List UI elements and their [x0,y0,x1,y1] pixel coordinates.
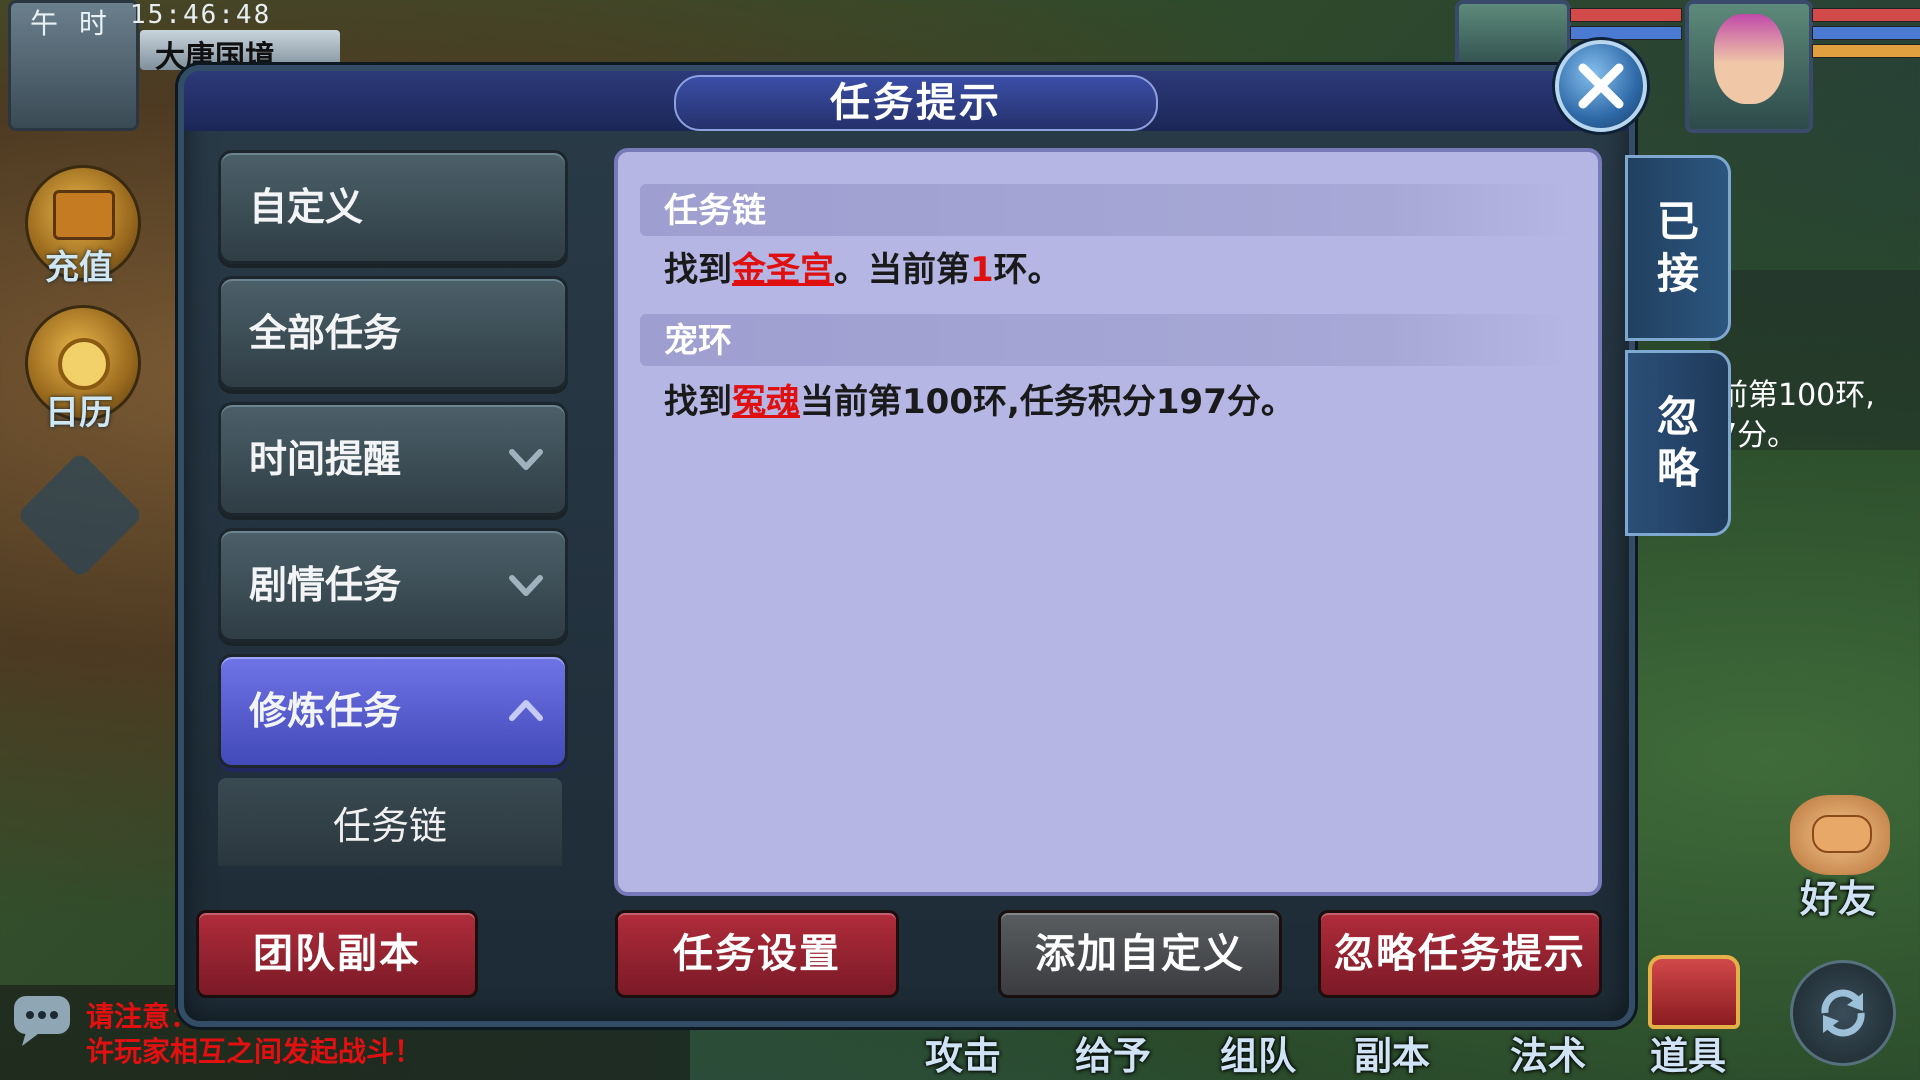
add-custom-button[interactable]: 添加自定义 [998,910,1282,998]
menu-training-tasks-label: 修炼任务 [249,689,402,733]
tab-ignored[interactable]: 忽 略 [1625,350,1731,536]
task-title: 任务链 [664,191,766,231]
switch-button[interactable] [1790,960,1896,1066]
menu-time-reminder-label: 时间提醒 [249,437,402,481]
friends-button[interactable] [1790,795,1890,875]
pet-mp-bar [1570,26,1682,40]
task-title: 宠环 [664,321,732,361]
task-header: 宠环 [640,314,1572,366]
peek-line-1: 前第100环, [1718,378,1875,413]
tab-ignored-label-bottom: 略 [1656,444,1699,493]
menu-all-tasks[interactable]: 全部任务 [218,276,568,390]
treasure-chest-icon [53,190,115,240]
player-avatar[interactable] [1685,0,1813,133]
items-label: 道具 [1650,1034,1727,1078]
refresh-icon [1821,989,1865,1037]
menu-story-tasks-label: 剧情任务 [249,563,402,607]
magic-label: 法术 [1510,1034,1587,1078]
menu-training-tasks[interactable]: 修炼任务 [218,654,568,768]
player-mp-bar [1812,26,1920,40]
time-of-day-label: 午 时 [30,7,113,40]
menu-all-tasks-label: 全部任务 [249,311,402,355]
menu-custom-label: 自定义 [249,185,364,229]
item-chest-icon [1648,955,1740,1029]
player-hp-bar [1812,8,1920,22]
task-settings-label: 任务设置 [673,931,841,977]
team-dungeon-button[interactable]: 团队副本 [196,910,478,998]
pet-hp-bar [1570,8,1682,22]
submenu-task-chain-label: 任务链 [332,804,447,848]
menu-story-tasks[interactable]: 剧情任务 [218,528,568,642]
friends-label: 好友 [1800,877,1877,921]
menu-custom[interactable]: 自定义 [218,150,568,264]
handshake-icon [1812,815,1872,853]
items-button[interactable]: 道具 [1640,955,1740,1078]
ignore-task-hint-button[interactable]: 忽略任务提示 [1318,910,1602,998]
calendar-gong-icon [58,338,110,390]
task-text: 找到 [664,382,732,422]
task-description: 找到金圣宫。当前第1环。 [664,242,1062,291]
task-description: 找到冤魂当前第100环,任务积分197分。 [664,374,1295,423]
tab-accepted[interactable]: 已 接 [1625,155,1731,341]
recharge-label: 充值 [45,248,113,288]
submenu-task-chain[interactable]: 任务链 [218,778,562,866]
ignore-task-hint-label: 忽略任务提示 [1334,931,1586,977]
dialog-title: 任务提示 [830,80,1002,126]
dungeon-label: 副本 [1354,1034,1431,1078]
dialog-title-plate: 任务提示 [674,75,1158,131]
task-text: 当前第100环,任务积分197分。 [800,382,1295,422]
chevron-up-icon [509,700,543,721]
chat-message-line-2: 许玩家相互之间发起战斗！ [86,1035,423,1068]
task-header: 任务链 [640,184,1572,236]
task-ring-number: 1 [970,250,994,290]
task-settings-button[interactable]: 任务设置 [615,910,899,998]
task-text: 。当前第 [834,250,970,290]
chat-bubble-icon[interactable] [10,990,76,1050]
team-dungeon-label: 团队副本 [253,931,421,977]
team-label: 组队 [1220,1034,1297,1078]
player-portrait-icon [1714,14,1784,104]
give-label: 给予 [1075,1034,1152,1078]
task-location-link[interactable]: 金圣宫 [732,250,834,290]
collapse-arrow-button[interactable] [16,451,144,579]
player-anger-bar [1812,44,1920,58]
task-text: 找到 [664,250,732,290]
close-button[interactable] [1555,40,1647,132]
add-custom-label: 添加自定义 [1035,931,1245,977]
calendar-label: 日历 [45,393,113,433]
task-content-panel: 任务链 找到金圣宫。当前第1环。 宠环 找到冤魂当前第100环,任务积分197分… [614,148,1602,896]
tab-accepted-label-bottom: 接 [1656,249,1699,298]
tab-ignored-label-top: 忽 [1656,392,1699,441]
chevron-down-icon [509,575,543,596]
attack-label: 攻击 [925,1034,1002,1078]
chevron-down-icon [509,449,543,470]
task-target-link[interactable]: 冤魂 [732,382,800,422]
system-clock: 15:46:48 [130,0,272,30]
close-icon [1578,63,1624,109]
task-text: 环。 [993,250,1062,290]
menu-time-reminder[interactable]: 时间提醒 [218,402,568,516]
tab-accepted-label-top: 已 [1656,197,1699,246]
